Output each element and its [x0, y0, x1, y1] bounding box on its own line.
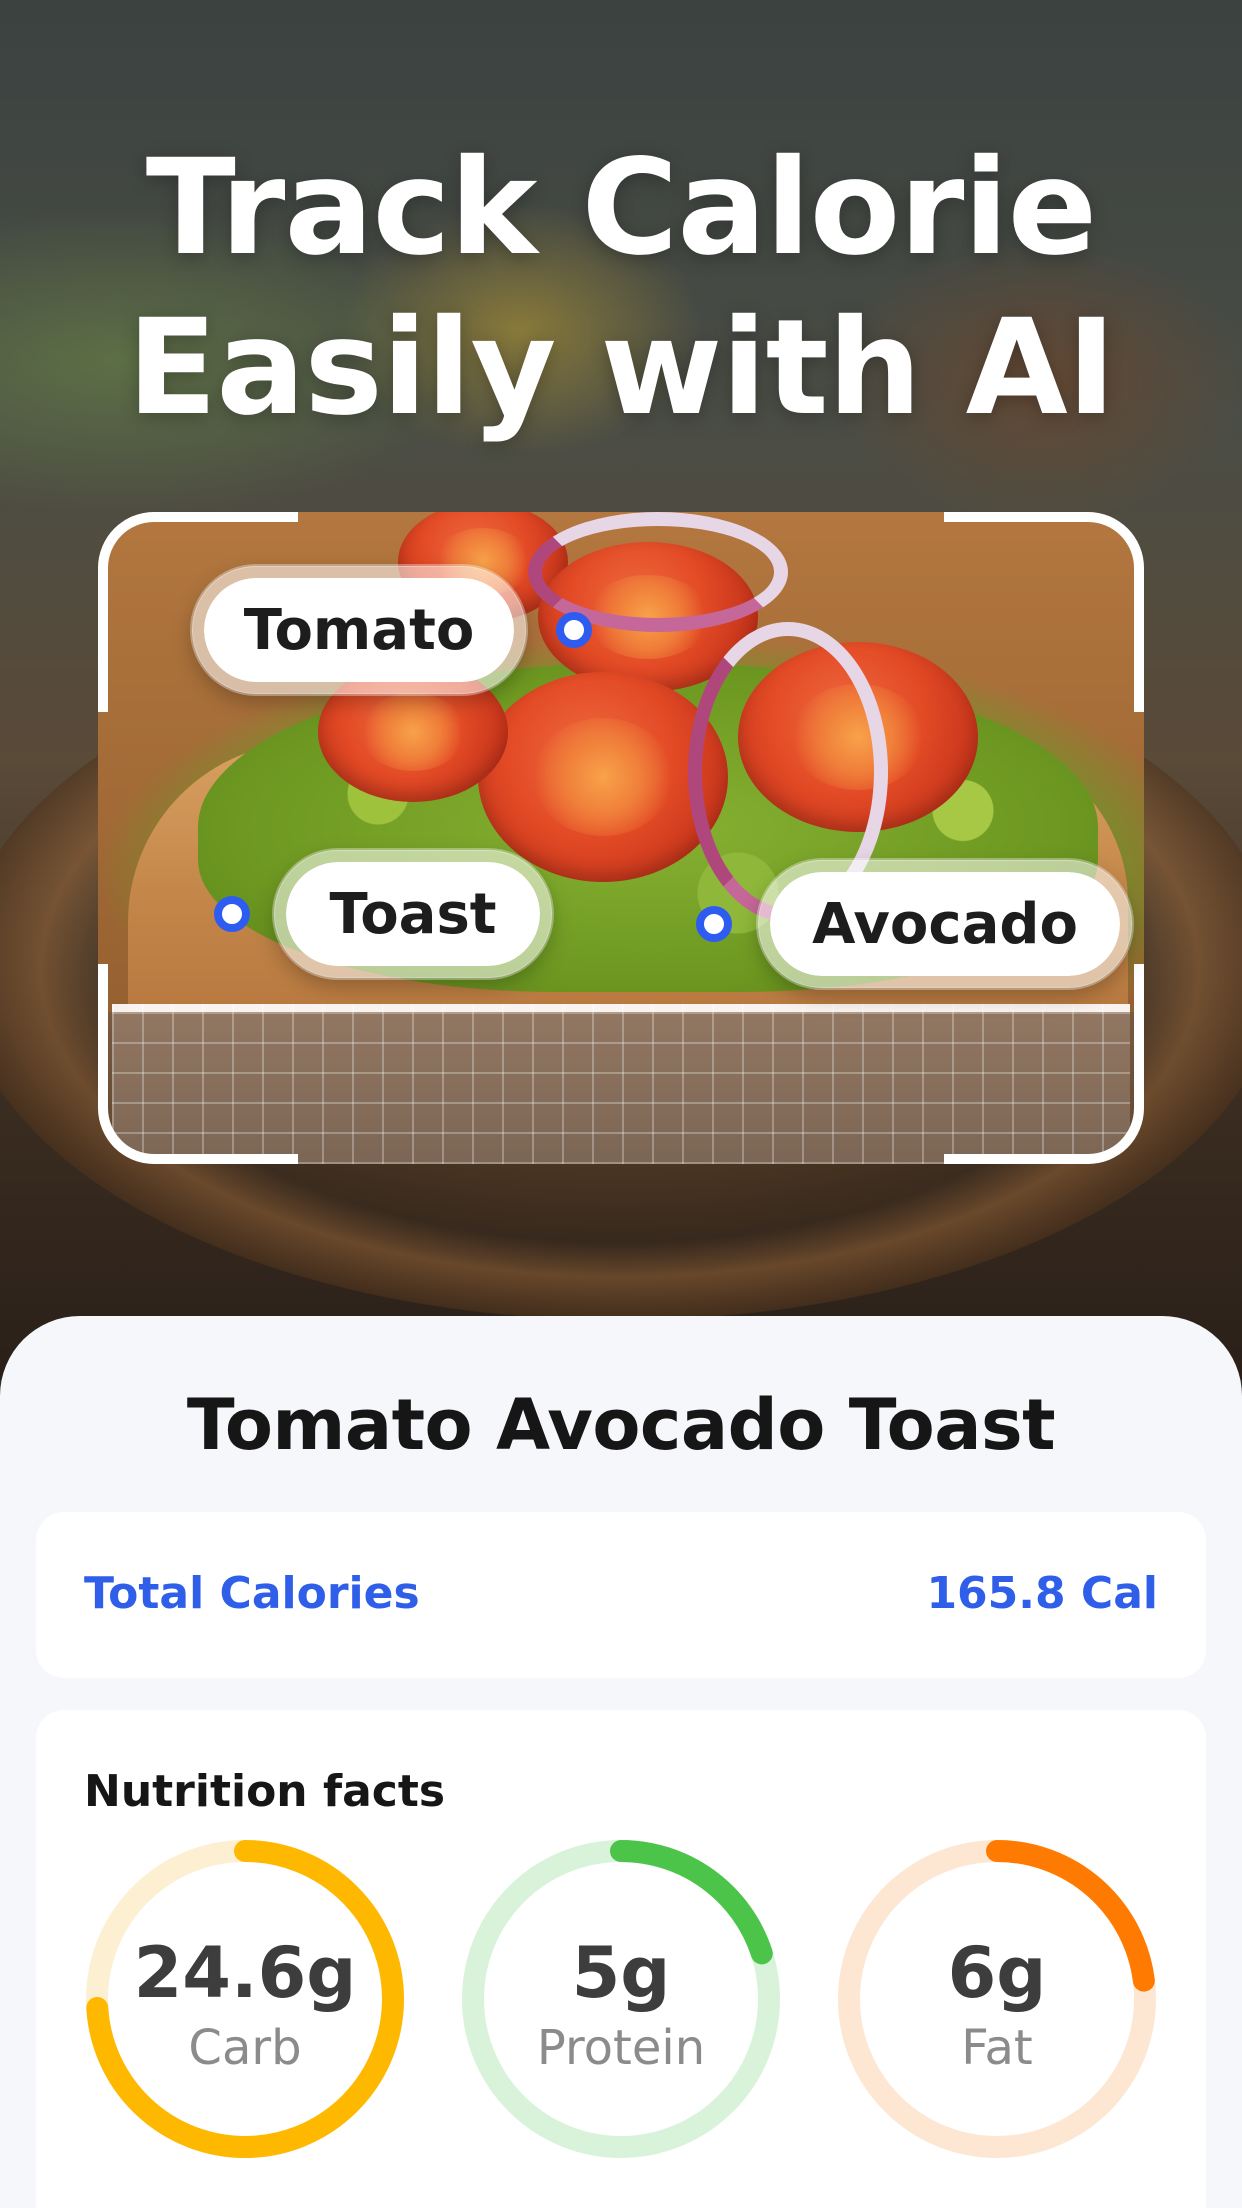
protein-label: Protein	[536, 2020, 706, 2076]
food-tag-label: Avocado	[812, 891, 1078, 957]
food-tag-label: Toast	[329, 881, 497, 947]
food-tag-toast[interactable]: Toast	[274, 850, 552, 978]
food-tag-tomato[interactable]: Tomato	[192, 566, 526, 694]
food-tag-avocado[interactable]: Avocado	[758, 860, 1132, 988]
nutrition-facts-card: Nutrition facts 24.6g Carb 5g Protein 6g	[36, 1710, 1206, 2208]
scan-corner-top-right	[944, 512, 1144, 712]
headline-line-2: Easily with AI	[127, 291, 1116, 445]
total-calories-card: Total Calories 165.8 Cal	[36, 1512, 1206, 1678]
carb-ring: 24.6g Carb	[80, 1834, 410, 2164]
total-calories-value: 165.8 Cal	[926, 1568, 1158, 1619]
fat-value: 6g	[947, 1932, 1047, 2014]
toast-marker-dot	[214, 896, 250, 932]
total-calories-label: Total Calories	[84, 1568, 420, 1619]
result-sheet: Tomato Avocado Toast Total Calories 165.…	[0, 1316, 1242, 2208]
headline-line-1: Track Calorie	[145, 131, 1097, 285]
carb-label: Carb	[188, 2020, 302, 2076]
dish-name: Tomato Avocado Toast	[186, 1384, 1056, 1466]
avocado-marker-dot	[696, 906, 732, 942]
protein-value: 5g	[571, 1932, 671, 2014]
headline: Track Calorie Easily with AI	[0, 128, 1242, 448]
protein-ring: 5g Protein	[456, 1834, 786, 2164]
food-tag-label: Tomato	[243, 597, 475, 663]
nutrition-facts-title: Nutrition facts	[84, 1766, 446, 1817]
carb-value: 24.6g	[133, 1932, 357, 2014]
scan-corner-bottom-left	[98, 964, 298, 1164]
fat-ring: 6g Fat	[832, 1834, 1162, 2164]
scan-corner-bottom-right	[944, 964, 1144, 1164]
fat-label: Fat	[961, 2020, 1033, 2076]
tomato-marker-dot	[556, 612, 592, 648]
